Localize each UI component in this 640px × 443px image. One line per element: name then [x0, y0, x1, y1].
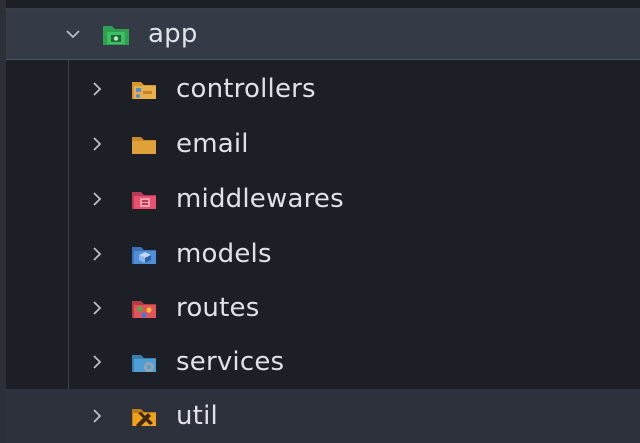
chevron-right-icon[interactable]: [86, 188, 108, 210]
chevron-right-icon[interactable]: [86, 405, 108, 427]
folder-middlewares-icon: [130, 186, 158, 212]
file-explorer-tree: app controllers email middlewares models…: [0, 0, 640, 443]
folder-controllers-icon: [130, 76, 158, 102]
folder-models-icon: [130, 241, 158, 267]
tree-item-label: util: [176, 401, 218, 431]
chevron-right-icon[interactable]: [86, 243, 108, 265]
folder-routes-icon: [130, 295, 158, 321]
chevron-right-icon[interactable]: [86, 297, 108, 319]
tree-item-models[interactable]: models: [6, 227, 640, 281]
tree-item-util[interactable]: util: [6, 389, 640, 443]
tree-item-app[interactable]: app: [6, 8, 640, 60]
tree-item-controllers[interactable]: controllers: [6, 62, 640, 116]
tree-item-services[interactable]: services: [6, 335, 640, 389]
folder-services-icon: [130, 349, 158, 375]
tree-item-routes[interactable]: routes: [6, 281, 640, 335]
folder-app-icon: [102, 21, 130, 47]
tree-item-label: app: [148, 19, 198, 49]
chevron-right-icon[interactable]: [86, 351, 108, 373]
folder-email-icon: [130, 131, 158, 157]
folder-util-icon: [130, 403, 158, 429]
tree-item-label: models: [176, 239, 272, 269]
tree-item-label: email: [176, 129, 249, 159]
chevron-down-icon[interactable]: [62, 23, 84, 45]
chevron-right-icon[interactable]: [86, 133, 108, 155]
tree-item-label: routes: [176, 293, 260, 323]
tree-item-label: services: [176, 347, 285, 377]
tree-item-label: controllers: [176, 74, 316, 104]
chevron-right-icon[interactable]: [86, 78, 108, 100]
tree-item-label: middlewares: [176, 184, 344, 214]
tree-item-middlewares[interactable]: middlewares: [6, 172, 640, 226]
tree-item-email[interactable]: email: [6, 117, 640, 171]
